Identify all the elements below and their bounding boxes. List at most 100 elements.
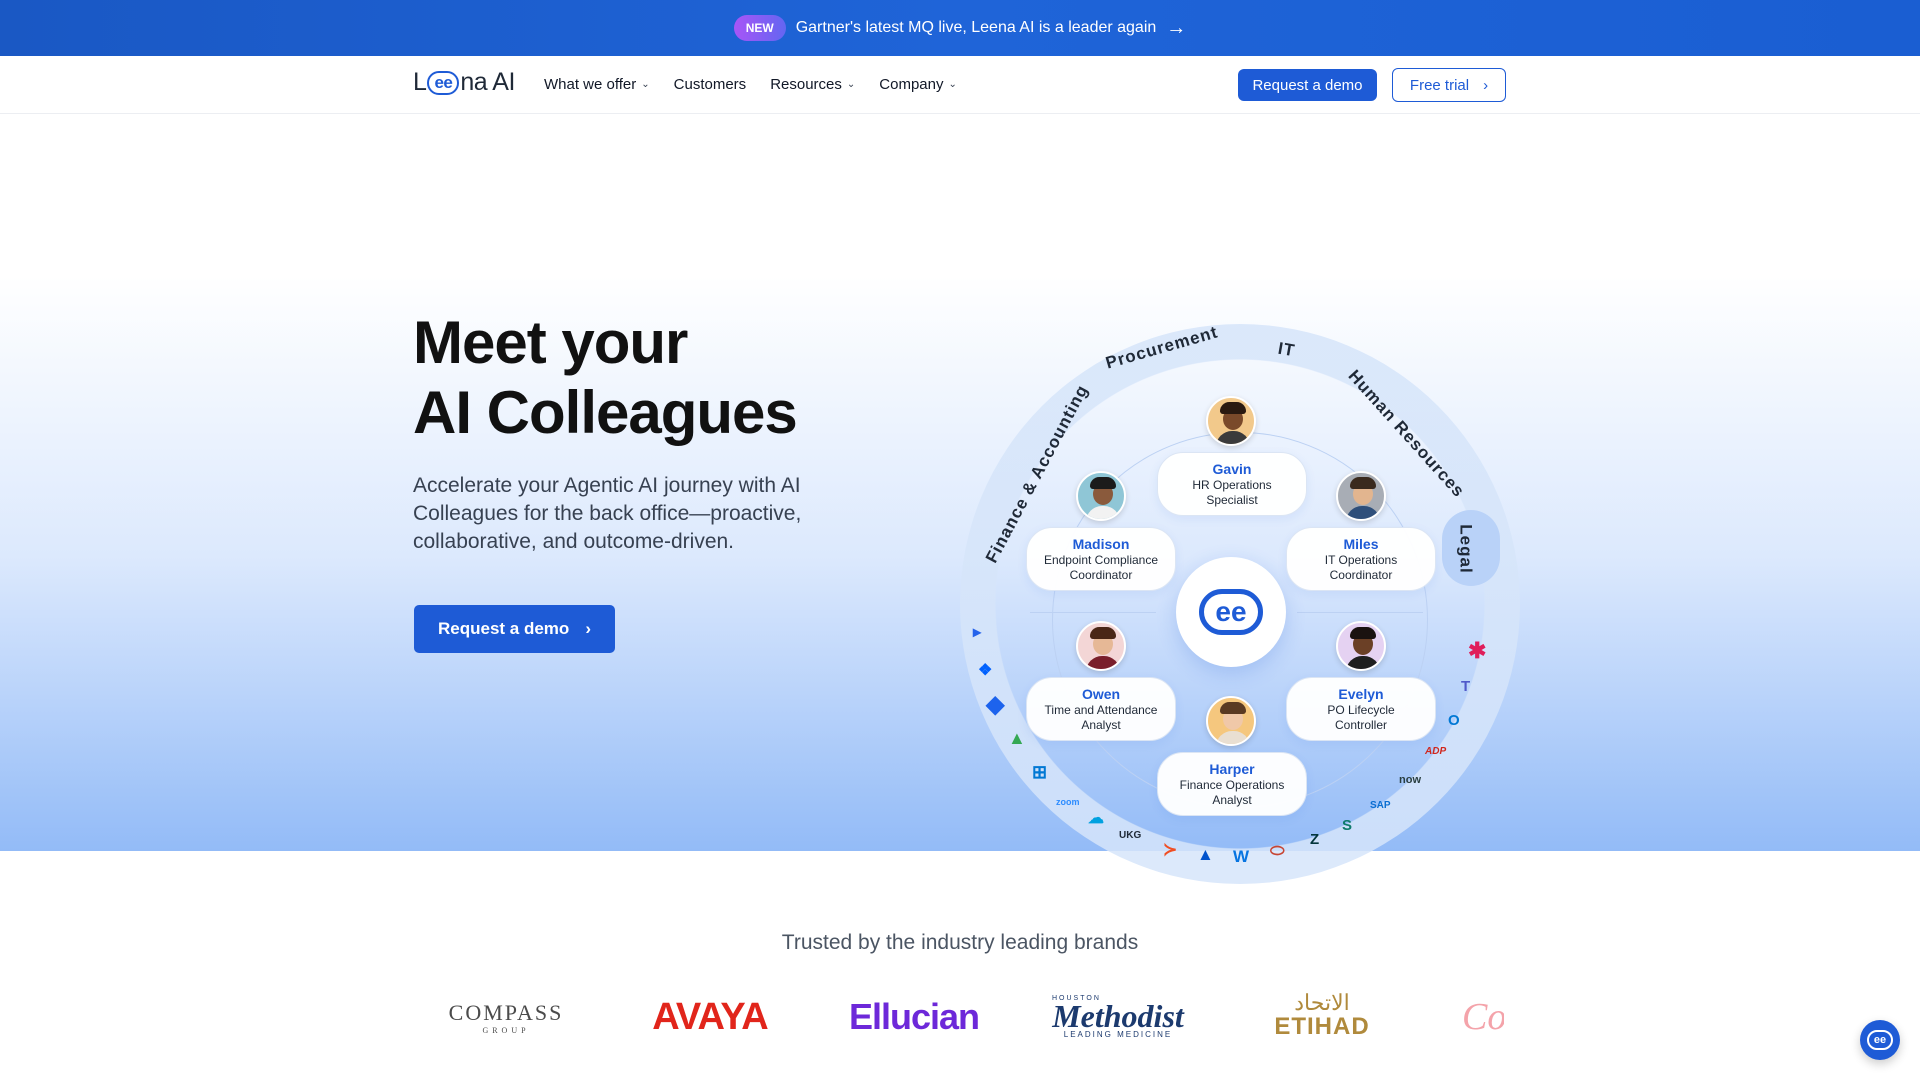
ukg-icon: UKG [1119,830,1142,841]
hero-request-demo-button[interactable]: Request a demo › [414,605,615,653]
colleague-name: Miles [1343,536,1379,552]
zoom-icon: zoom [1056,797,1080,807]
etihad-name: ETIHAD [1274,1013,1370,1040]
ai-colleagues-wheel: Finance & Accounting Procurement IT Huma… [940,314,1540,914]
colleague-name: Evelyn [1338,686,1384,702]
teams-icon: T [1461,678,1471,695]
logo-text-prefix: L [413,68,427,96]
colleague-role: Finance Operations [1179,778,1285,792]
nav-menu: What we offer ⌄ Customers Resources ⌄ Co… [544,76,957,93]
sharepoint-icon: S [1342,817,1353,834]
avaya-logo: AVAYA [652,995,768,1038]
leena-center-logo: ee [1176,557,1286,667]
avatar-madison [1076,471,1126,521]
hero-cta-label: Request a demo [438,619,570,638]
chevron-down-icon: ⌄ [948,79,957,90]
nav-item-company[interactable]: Company ⌄ [879,76,957,93]
windows-icon: ⊞ [1032,762,1048,782]
methodist-sub: LEADING MEDICINE [1063,1030,1173,1039]
colleague-card-gavin[interactable]: Gavin HR Operations Specialist [1157,452,1307,516]
hero-title-line-1: Meet your [413,309,688,376]
colleague-role: Analyst [1212,793,1252,807]
department-legal: Legal [1456,524,1476,574]
colleague-role: PO Lifecycle [1327,703,1395,717]
nav-item-what-we-offer[interactable]: What we offer ⌄ [544,76,650,93]
nav-item-label: Customers [673,76,747,93]
google-drive-icon: ▲ [1008,728,1026,748]
logo-text-suffix: na AI [460,68,515,96]
hero-title: Meet your AI Colleagues [413,308,798,448]
avatar-owen [1076,621,1126,671]
houston-methodist-logo: HOUSTON Methodist LEADING MEDICINE [1048,990,1188,1044]
colleague-name: Gavin [1212,461,1252,477]
announcement-bar[interactable]: NEW Gartner's latest MQ live, Leena AI i… [0,0,1920,56]
free-trial-label: Free trial [1409,76,1470,94]
logo-mark-icon: ee [427,70,460,95]
colleague-role: Controller [1334,718,1388,732]
chat-widget-button[interactable]: ee [1860,1020,1900,1060]
zendesk-icon: Z [1310,831,1320,848]
etihad-logo: الاتحاد ETIHAD [1264,990,1380,1044]
oracle-icon: ⬭ [1270,841,1285,860]
nav-item-label: Resources [770,76,842,93]
colleague-name: Harper [1209,761,1255,777]
colleague-name: Madison [1072,536,1130,552]
nav-item-label: Company [879,76,944,93]
hero-subtitle: Accelerate your Agentic AI journey with … [413,474,802,553]
chat-icon: ee [1867,1030,1893,1050]
dropbox-icon: ❖ [978,662,993,679]
main-nav: Lee na AI What we offer ⌄ Customers Resou… [0,56,1920,114]
colleague-role: IT Operations [1324,553,1398,567]
new-badge: NEW [733,15,786,41]
methodist-name: Methodist [1052,998,1184,1034]
colleague-card-owen[interactable]: Owen Time and Attendance Analyst [1026,677,1176,741]
colleague-role: Time and Attendance [1044,703,1158,717]
free-trial-button[interactable]: Free trial › [1392,68,1506,102]
bamboo-icon: ≻ [1163,840,1178,859]
leena-ai-logo[interactable]: Lee na AI [413,68,515,97]
atlassian-icon: ▲ [1197,845,1214,864]
colleague-card-harper[interactable]: Harper Finance Operations Analyst [1157,752,1307,816]
colleague-role: Analyst [1081,718,1121,732]
colleague-card-madison[interactable]: Madison Endpoint Compliance Coordinator [1026,527,1176,591]
hero-section: Meet your AI Colleagues Accelerate your … [0,114,1920,884]
jira-icon: ◆ [986,691,1005,718]
request-demo-button[interactable]: Request a demo [1238,69,1377,101]
avatar-evelyn [1336,621,1386,671]
salesforce-icon: ☁ [1088,810,1104,827]
avatar-harper [1206,696,1256,746]
avatar-gavin [1206,396,1256,446]
brands-heading: Trusted by the industry leading brands [781,931,1139,954]
compass-sub: GROUP [482,1025,530,1035]
nav-item-resources[interactable]: Resources ⌄ [770,76,855,93]
announcement-text[interactable]: Gartner's latest MQ live, Leena AI is a … [796,19,1157,37]
colleague-role: Endpoint Compliance [1043,553,1159,567]
department-it: IT [1276,338,1297,361]
chevron-right-icon: › [1483,76,1489,94]
ellucian-logo: Ellucian [848,996,980,1037]
arrow-right-icon[interactable]: → [1166,18,1186,38]
chevron-down-icon: ⌄ [641,79,650,90]
dynamics-icon: ▸ [973,624,982,641]
hero-title-line-2: AI Colleagues [413,379,798,446]
colleague-name: Owen [1081,686,1121,702]
nav-item-customers[interactable]: Customers [674,76,747,93]
adp-icon: ADP [1425,746,1447,757]
colleague-role: HR Operations [1192,478,1272,492]
connector-line [1297,612,1423,613]
chevron-down-icon: ⌄ [846,79,856,90]
colleague-card-evelyn[interactable]: Evelyn PO Lifecycle Controller [1286,677,1436,741]
slack-icon: ✱ [1468,638,1487,663]
etihad-arabic: الاتحاد [1294,990,1350,1015]
sap-icon: SAP [1370,800,1391,811]
workday-icon: W [1233,847,1250,866]
chevron-right-icon: › [585,619,591,638]
colleague-role: Specialist [1206,493,1258,507]
connector-line [1030,612,1156,613]
compass-group-logo: COMPASS GROUP [436,990,576,1044]
colleague-role: Coordinator [1069,568,1133,582]
coca-cola-logo: Co [1462,996,1504,1038]
colleague-card-miles[interactable]: Miles IT Operations Coordinator [1286,527,1436,591]
colleague-role: Coordinator [1329,568,1393,582]
avatar-miles [1336,471,1386,521]
